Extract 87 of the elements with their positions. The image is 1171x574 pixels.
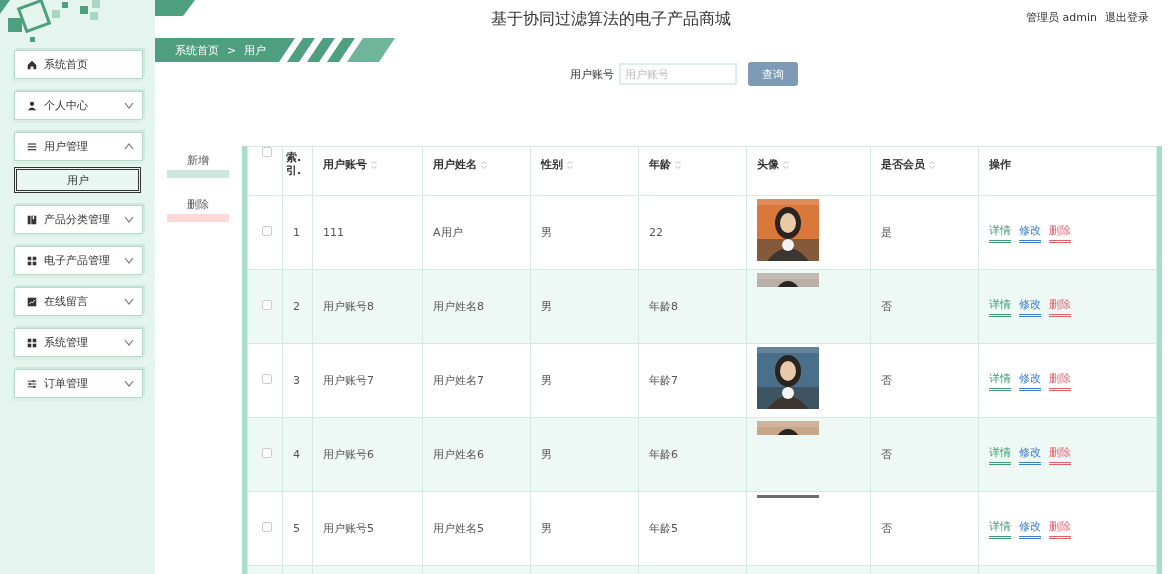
table-cell: 否 xyxy=(881,300,892,313)
column-header: 操作 xyxy=(989,158,1011,171)
table-cell: 用户姓名5 xyxy=(433,522,484,535)
table-cell: 年龄8 xyxy=(649,300,678,313)
list-icon xyxy=(27,141,37,152)
table-cell: A用户 xyxy=(433,226,463,239)
sidebar-item[interactable]: 电子产品管理 xyxy=(14,246,143,275)
table-cell: 年龄7 xyxy=(649,374,678,387)
column-header[interactable]: 用户姓名 xyxy=(433,158,477,171)
table-cell: 用户账号6 xyxy=(323,448,374,461)
table-cell: 否 xyxy=(881,374,892,387)
checkbox[interactable] xyxy=(262,448,272,458)
sidebar-item[interactable]: 系统管理 xyxy=(14,328,143,357)
book-icon xyxy=(27,214,37,225)
table-cell: 男 xyxy=(541,226,552,239)
action-button[interactable]: 删除 xyxy=(167,196,229,222)
row-action-link[interactable]: 删除 xyxy=(1049,222,1071,243)
table-cell: 22 xyxy=(649,226,663,239)
checkbox[interactable] xyxy=(262,374,272,384)
grid-icon xyxy=(27,255,37,266)
breadcrumb-current: 用户 xyxy=(244,42,267,58)
table-cell: 3 xyxy=(293,374,300,387)
sort-icon[interactable] xyxy=(783,161,789,169)
row-action-link[interactable]: 删除 xyxy=(1049,370,1071,391)
table-cell: 男 xyxy=(541,374,552,387)
sort-icon[interactable] xyxy=(929,161,935,169)
table-cell: 2 xyxy=(293,300,300,313)
sidebar-item[interactable]: 订单管理 xyxy=(14,369,143,398)
column-header[interactable]: 头像 xyxy=(757,158,779,171)
stripe-drawing xyxy=(155,0,195,16)
checkbox[interactable] xyxy=(262,522,272,532)
row-action-link[interactable]: 详情 xyxy=(989,222,1011,243)
column-header[interactable]: 性别 xyxy=(541,158,563,171)
checkbox[interactable] xyxy=(262,300,272,310)
user-icon xyxy=(27,100,37,111)
table-cell: 4 xyxy=(293,448,300,461)
sidebar-item[interactable]: 产品分类管理 xyxy=(14,205,143,234)
chart-icon xyxy=(27,296,37,307)
table-cell: 是 xyxy=(881,226,892,239)
row-action-link[interactable]: 修改 xyxy=(1019,296,1041,317)
table-cell: 男 xyxy=(541,448,552,461)
column-header[interactable]: 用户账号 xyxy=(323,158,367,171)
sidebar-item[interactable]: 个人中心 xyxy=(14,91,143,120)
search-label: 用户账号 xyxy=(570,66,614,82)
action-button[interactable]: 新增 xyxy=(167,152,229,178)
column-header: 索.引. xyxy=(286,151,302,178)
breadcrumb-separator: > xyxy=(227,43,237,57)
table-cell: 1 xyxy=(293,226,300,239)
table-cell: 男 xyxy=(541,522,552,535)
sidebar-item[interactable]: 在线留言 xyxy=(14,287,143,316)
table-cell: 年龄5 xyxy=(649,522,678,535)
row-action-link[interactable]: 详情 xyxy=(989,370,1011,391)
sort-icon[interactable] xyxy=(567,161,573,169)
sidebar-item[interactable]: 系统首页 xyxy=(14,50,143,79)
table-cell: 年龄6 xyxy=(649,448,678,461)
sidebar-subitem[interactable]: 用户 xyxy=(14,167,141,193)
grid-icon xyxy=(27,337,37,348)
table-cell: 男 xyxy=(541,300,552,313)
table-cell: 用户姓名6 xyxy=(433,448,484,461)
table-cell: 否 xyxy=(881,448,892,461)
row-action-link[interactable]: 修改 xyxy=(1019,518,1041,539)
table-cell: 用户账号8 xyxy=(323,300,374,313)
sort-icon[interactable] xyxy=(675,161,681,169)
row-action-link[interactable]: 修改 xyxy=(1019,222,1041,243)
row-action-link[interactable]: 删除 xyxy=(1049,518,1071,539)
table-cell: 用户账号5 xyxy=(323,522,374,535)
sort-icon[interactable] xyxy=(371,161,377,169)
table-cell: 用户账号7 xyxy=(323,374,374,387)
user-label: 管理员 admin xyxy=(1026,10,1097,25)
table-cell: 用户姓名7 xyxy=(433,374,484,387)
page-title: 基于协同过滤算法的电子产品商城 xyxy=(489,9,732,30)
checkbox[interactable] xyxy=(262,226,272,236)
table-cell: 5 xyxy=(293,522,300,535)
table-cell: 用户姓名8 xyxy=(433,300,484,313)
sliders-icon xyxy=(27,378,37,389)
logout-link[interactable]: 退出登录 xyxy=(1105,10,1149,25)
row-action-link[interactable]: 详情 xyxy=(989,518,1011,539)
sidebar-item[interactable]: 用户管理 xyxy=(14,132,143,161)
sort-icon[interactable] xyxy=(481,161,487,169)
row-action-link[interactable]: 修改 xyxy=(1019,444,1041,465)
column-header[interactable]: 是否会员 xyxy=(881,158,925,171)
row-action-link[interactable]: 修改 xyxy=(1019,370,1041,391)
checkbox[interactable] xyxy=(262,147,272,157)
home-icon xyxy=(27,59,37,70)
table-cell: 否 xyxy=(881,522,892,535)
table-cell: 111 xyxy=(323,226,344,239)
column-header[interactable]: 年龄 xyxy=(649,158,671,171)
